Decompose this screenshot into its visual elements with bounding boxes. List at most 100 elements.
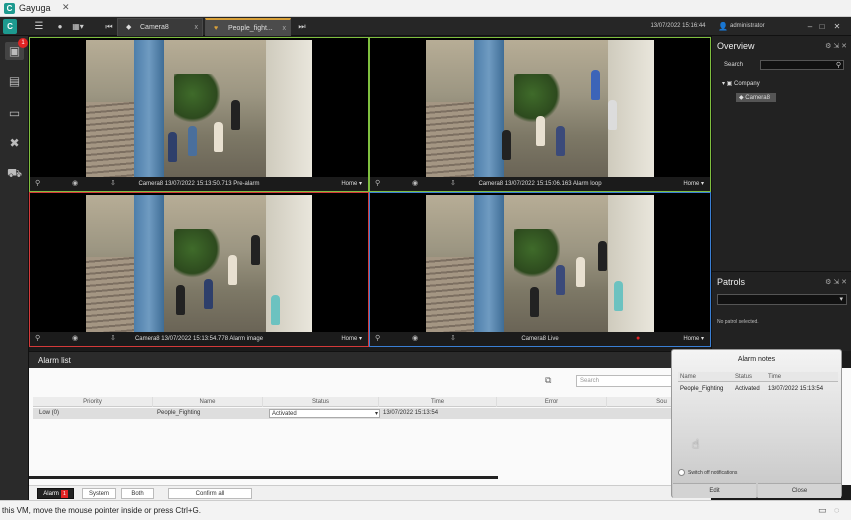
filter-both-button[interactable]: Both	[121, 488, 154, 499]
tile-control-bar: ⚲ ◉ ⇩ Camera8 13/07/2022 15:13:54.778 Al…	[30, 332, 368, 346]
app-home-icon[interactable]: C	[3, 19, 17, 34]
filter-system-button[interactable]: System	[82, 488, 116, 499]
expand-icon[interactable]: ▾ ▣	[722, 81, 734, 87]
cell-name: People_Fighting	[157, 410, 201, 416]
tile-label: Camera8 13/07/2022 15:15:06.163 Alarm lo…	[478, 181, 602, 187]
tab-camera8[interactable]: ◆ Camera8 x	[117, 18, 203, 36]
cell-time: 13/07/2022 15:13:54	[383, 410, 439, 416]
popup-title: Alarm notes	[737, 356, 776, 363]
layout-grid-icon[interactable]: ▦▾	[68, 19, 88, 34]
column-status[interactable]: Status	[263, 397, 379, 407]
playback-icon: ▤	[8, 74, 21, 88]
popup-edit-button[interactable]: Edit	[673, 483, 756, 498]
car-icon: ⛟	[6, 166, 23, 180]
hamburger-menu-icon[interactable]: ☰	[32, 19, 46, 34]
notification-badge: 1	[18, 38, 28, 48]
patrol-select[interactable]: ▾	[717, 294, 847, 305]
pane-options-icon[interactable]: ⚙ ⇲ ✕	[825, 42, 847, 50]
switch-off-notifications[interactable]: Switch off notifications	[678, 469, 737, 476]
left-sidebar: ▣ 1 ▤ ▭ ✖ ⛟	[0, 36, 29, 500]
copy-icon[interactable]: ⧉	[545, 375, 551, 386]
column-priority[interactable]: Priority	[33, 397, 153, 407]
app-logo-icon: C	[4, 3, 15, 14]
maximize-button[interactable]: □	[817, 19, 827, 34]
filter-alarm-button[interactable]: Alarm 1	[37, 488, 74, 499]
vm-title-bar: C Gayuga ✕	[0, 0, 851, 17]
camera-tile-alarm-loop[interactable]: ⚲ ◉ ⇩ Camera8 13/07/2022 15:15:06.163 Al…	[369, 37, 711, 192]
column-name[interactable]: Name	[153, 397, 263, 407]
settings-icon[interactable]: ◌	[834, 505, 839, 515]
camera-video-frame	[426, 195, 654, 332]
chevron-down-icon: ▾	[839, 296, 843, 303]
user-name[interactable]: administrator	[730, 19, 790, 34]
home-preset-dropdown[interactable]: Home ▾	[341, 332, 362, 346]
popup-close-button[interactable]: Close	[758, 483, 841, 498]
scroll-left-icon[interactable]: ⏮	[103, 19, 115, 34]
cell-priority: Low (0)	[39, 410, 60, 416]
sidebar-item-tools[interactable]: ✖	[5, 134, 24, 152]
tile-label: Camera8 Live	[521, 336, 559, 342]
vm-tab-close-icon[interactable]: ✕	[62, 2, 70, 13]
radio-icon[interactable]	[678, 469, 685, 476]
camera-tile-alarm-image[interactable]: ⚲ ◉ ⇩ Camera8 13/07/2022 15:13:54.778 Al…	[29, 192, 369, 347]
overview-search-input[interactable]: ⚲	[760, 60, 844, 70]
pane-options-icon[interactable]: ⚙ ⇲ ✕	[825, 278, 847, 286]
scroll-right-icon[interactable]: ⏭	[296, 19, 308, 34]
tile-label: Camera8 13/07/2022 15:13:50.713 Pre-alar…	[138, 181, 260, 187]
popup-cell-time: 13/07/2022 15:13:54	[768, 386, 824, 392]
alarm-list-header: Alarm list	[29, 351, 711, 368]
sidebar-item-playback[interactable]: ▤	[5, 72, 24, 90]
tools-icon: ✖	[9, 136, 20, 150]
patrols-pane: Patrols ⚙ ⇲ ✕ ▾ No patrol selected.	[711, 271, 851, 351]
camera-tile-live[interactable]: ⚲ ◉ ⇩ ● Camera8 Live Home ▾	[369, 192, 711, 347]
popup-cell-name: People_Fighting	[680, 386, 724, 392]
horizontal-scrollbar[interactable]	[29, 476, 498, 479]
camera-tile-prealarm[interactable]: ⚲ ◉ ⇩ Camera8 13/07/2022 15:13:50.713 Pr…	[29, 37, 369, 192]
tile-label: Camera8 13/07/2022 15:13:54.778 Alarm im…	[134, 336, 264, 342]
search-label: Search	[724, 62, 744, 68]
camera-tab-icon: ◆	[126, 24, 132, 31]
alarm-notes-popup: Alarm notes Name Status Time People_Figh…	[671, 349, 842, 498]
minimize-button[interactable]: –	[805, 19, 815, 34]
sidebar-item-video-wall[interactable]: ▭	[5, 104, 24, 122]
patrols-title: Patrols	[717, 277, 746, 287]
alarm-search-input[interactable]: Search	[576, 375, 686, 387]
search-icon[interactable]: ⚲	[836, 61, 841, 69]
popup-col-status: Status	[735, 374, 753, 380]
hand-cursor-icon: ☝	[692, 437, 700, 451]
column-time[interactable]: Time	[379, 397, 497, 407]
overview-title: Overview	[717, 41, 755, 51]
popup-col-name: Name	[680, 374, 697, 380]
home-preset-dropdown[interactable]: Home ▾	[341, 177, 362, 191]
tab-people-fighting[interactable]: ♥ People_fight... x	[205, 18, 291, 36]
column-error[interactable]: Error	[497, 397, 607, 407]
tree-item-camera8[interactable]: ◆ Camera8	[736, 93, 776, 102]
alarm-list-footer: Alarm 1 System Both Confirm all	[29, 485, 711, 500]
tab-close-icon[interactable]: x	[283, 20, 287, 37]
status-dropdown[interactable]: Activated ▾	[269, 409, 380, 418]
alarm-count-badge: 1	[60, 490, 68, 498]
close-window-button[interactable]: ✕	[831, 19, 843, 34]
camera-video-frame	[86, 40, 312, 177]
home-preset-dropdown[interactable]: Home ▾	[683, 177, 704, 191]
screen-icon: ▭	[8, 106, 21, 120]
user-icon: 👤	[718, 22, 728, 31]
popup-cell-status: Activated	[735, 386, 760, 392]
record-dot-icon[interactable]: ●	[55, 19, 65, 34]
alarm-tab-icon: ♥	[214, 25, 219, 32]
alarm-list-title: Alarm list	[38, 356, 71, 365]
chevron-down-icon: ▾	[374, 411, 378, 417]
network-icon[interactable]: ▭	[818, 505, 827, 516]
overview-pane: Overview ⚙ ⇲ ✕ Search ⚲ ▾ ▣ Company ◆ Ca…	[711, 36, 851, 271]
clock-datetime: 13/07/2022 15:16:44	[650, 23, 706, 29]
vm-window-title: Gayuga	[19, 3, 51, 13]
tree-item-company[interactable]: ▾ ▣ Company	[722, 80, 760, 87]
tab-close-icon[interactable]: x	[195, 19, 199, 36]
popup-col-time: Time	[768, 374, 782, 380]
home-preset-dropdown[interactable]: Home ▾	[683, 332, 704, 346]
tab-label: People_fight...	[228, 25, 273, 32]
sidebar-item-vehicles[interactable]: ⛟	[5, 164, 24, 182]
patrol-empty-message: No patrol selected.	[717, 319, 759, 325]
sidebar-item-monitoring[interactable]: ▣ 1	[5, 38, 28, 60]
confirm-all-button[interactable]: Confirm all	[168, 488, 252, 499]
